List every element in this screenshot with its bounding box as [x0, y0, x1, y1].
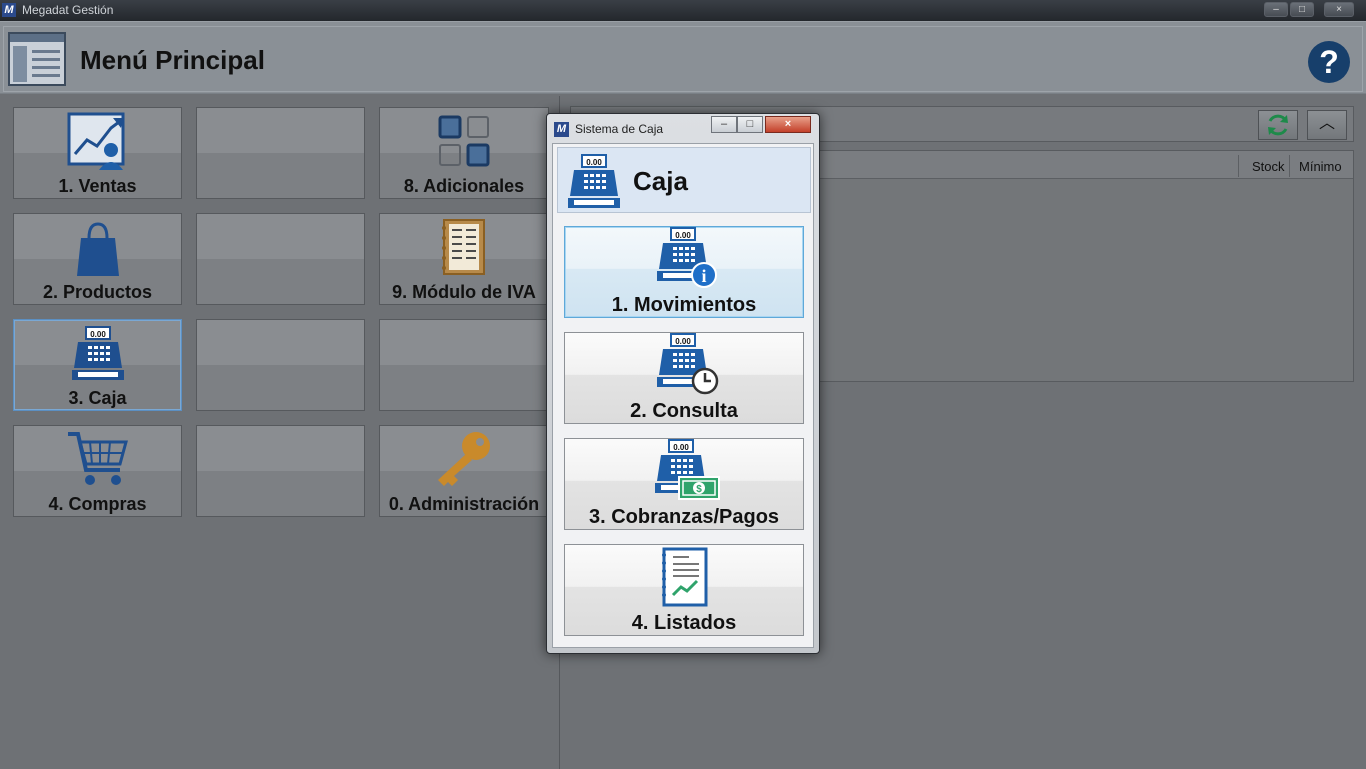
app-header: Menú Principal ?	[0, 21, 1366, 94]
refresh-icon	[1268, 114, 1288, 136]
tile-label: 4. Compras	[48, 494, 147, 514]
movimientos-button[interactable]: 0.00 i 1. Movimientos	[564, 226, 804, 318]
dialog-maximize-button[interactable]: □	[737, 116, 763, 133]
app-logo-icon: M	[554, 122, 569, 137]
svg-text:i: i	[701, 266, 706, 286]
refresh-button[interactable]	[1258, 110, 1298, 140]
dialog-header-title: Caja	[633, 166, 688, 196]
dialog-title: Sistema de Caja	[575, 122, 664, 136]
cobranzas-pagos-button[interactable]: 0.00 $ 3. Cobranzas/Pagos	[564, 438, 804, 530]
collapse-button[interactable]: ︿	[1307, 110, 1347, 140]
maximize-button[interactable]: □	[1290, 2, 1314, 17]
register-money-icon: 0.00 $	[655, 439, 720, 500]
tile-label: 0. Administración	[388, 494, 540, 514]
button-label: 2. Consulta	[630, 400, 738, 422]
report-list-icon	[662, 547, 708, 607]
tile-ventas[interactable]: 1. Ventas	[13, 107, 182, 199]
tile-administracion[interactable]: 0. Administración	[379, 425, 549, 517]
shopping-bag-icon	[76, 222, 119, 276]
cash-register-icon: 0.00	[71, 326, 124, 380]
page-title: Menú Principal	[80, 45, 265, 75]
tile-label: 8. Adicionales	[403, 176, 525, 196]
minimize-button[interactable]: –	[1264, 2, 1288, 17]
svg-text:0.00: 0.00	[586, 158, 602, 167]
svg-text:0.00: 0.00	[675, 231, 691, 240]
key-icon	[438, 432, 490, 486]
tile-adicionales[interactable]: 8. Adicionales	[379, 107, 549, 199]
ledger-book-icon	[442, 219, 485, 275]
tile-compras[interactable]: 4. Compras	[13, 425, 182, 517]
consulta-button[interactable]: 0.00 2. Consulta	[564, 332, 804, 424]
column-header[interactable]: Stock	[1252, 159, 1285, 174]
tile-label: 3. Caja	[68, 388, 127, 408]
tile-empty[interactable]	[196, 213, 365, 305]
cash-register-icon: 0.00	[568, 154, 620, 208]
sales-chart-icon	[67, 112, 124, 170]
app-logo-icon: M	[2, 3, 16, 17]
shopping-cart-icon	[67, 432, 128, 485]
tile-modulo-iva[interactable]: 9. Módulo de IVA	[379, 213, 549, 305]
window-titlebar: M Megadat Gestión – □ ×	[0, 0, 1366, 21]
dialog-body: 0.00 Caja 0.00 i 1. Movimientos 0.00 2. …	[552, 143, 814, 648]
tile-productos[interactable]: 2. Productos	[13, 213, 182, 305]
svg-text:$: $	[696, 484, 702, 495]
tile-empty[interactable]	[196, 319, 365, 411]
register-info-icon: 0.00 i	[657, 227, 717, 288]
tile-label: 1. Ventas	[58, 176, 137, 196]
button-label: 3. Cobranzas/Pagos	[588, 506, 780, 528]
svg-text:0.00: 0.00	[675, 337, 691, 346]
caja-dialog: M Sistema de Caja – □ × 0.00 Caja 0.00 i…	[546, 113, 820, 654]
button-label: 4. Listados	[631, 612, 737, 634]
help-icon[interactable]: ?	[1308, 41, 1350, 83]
svg-text:0.00: 0.00	[673, 443, 689, 452]
tile-label: 9. Módulo de IVA	[392, 282, 536, 302]
close-button[interactable]: ×	[1324, 2, 1354, 17]
tile-empty[interactable]	[196, 107, 365, 199]
dialog-close-button[interactable]: ×	[765, 116, 811, 133]
button-label: 1. Movimientos	[611, 294, 757, 316]
dialog-minimize-button[interactable]: –	[711, 116, 737, 133]
tile-label: 2. Productos	[42, 282, 153, 302]
tile-empty[interactable]	[196, 425, 365, 517]
svg-text:0.00: 0.00	[90, 330, 106, 339]
tile-caja[interactable]: 0.00 3. Caja	[13, 319, 182, 411]
tile-empty[interactable]	[379, 319, 549, 411]
window-title: Megadat Gestión	[22, 3, 114, 17]
dialog-header: 0.00 Caja	[557, 147, 811, 213]
listados-button[interactable]: 4. Listados	[564, 544, 804, 636]
chevron-up-icon: ︿	[1318, 115, 1335, 132]
grid-squares-icon	[438, 115, 490, 167]
main-menu-icon	[8, 32, 66, 86]
register-clock-icon: 0.00	[657, 333, 719, 395]
column-header[interactable]: Mínimo	[1299, 159, 1342, 174]
